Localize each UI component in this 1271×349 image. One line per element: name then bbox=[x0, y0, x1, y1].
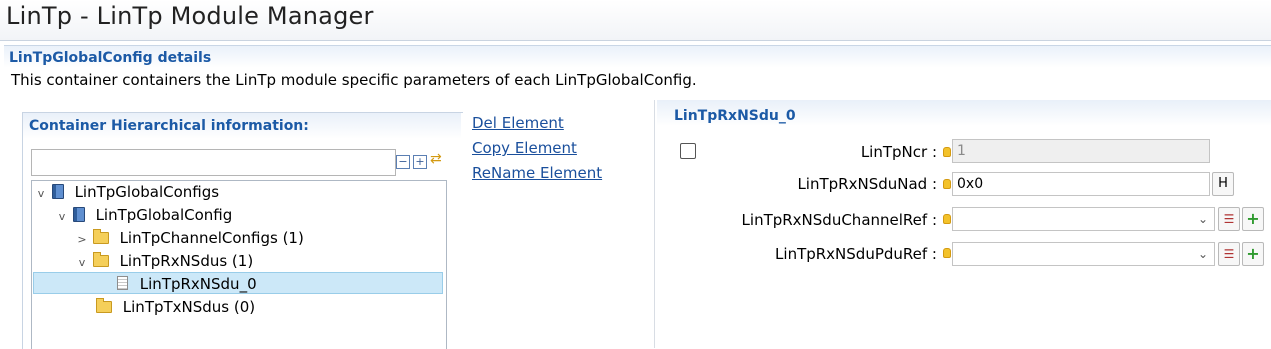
nad-label: LinTpRxNSduNad : bbox=[797, 175, 937, 193]
collapse-all-icon[interactable]: − bbox=[396, 155, 410, 169]
document-icon bbox=[117, 276, 128, 290]
properties-panel-title: LinTpRxNSdu_0 bbox=[674, 108, 796, 124]
list-icon: ☰ bbox=[1223, 247, 1235, 261]
tree-item-lintptxnsdus[interactable]: LinTpTxNSdus (0) bbox=[96, 296, 255, 318]
pdu-ref-label: LinTpRxNSduPduRef : bbox=[775, 245, 937, 263]
chevron-down-icon[interactable]: v bbox=[35, 183, 47, 205]
copy-element-link[interactable]: Copy Element bbox=[472, 139, 577, 157]
book-icon bbox=[72, 207, 85, 222]
add-reference-button[interactable]: + bbox=[1242, 242, 1264, 266]
tree-item-lintpchannelconfigs[interactable]: > LinTpChannelConfigs (1) bbox=[76, 227, 304, 249]
info-bulb-icon[interactable] bbox=[943, 147, 951, 157]
tree-item-label: LinTpRxNSdus (1) bbox=[119, 252, 254, 270]
info-bulb-icon[interactable] bbox=[943, 179, 951, 189]
tree-filter-input[interactable] bbox=[31, 149, 396, 176]
tree-item-lintpglobalconfig[interactable]: v LinTpGlobalConfig bbox=[56, 204, 233, 228]
list-references-button[interactable]: ☰ bbox=[1218, 207, 1240, 231]
ncr-label: LinTpNcr : bbox=[860, 143, 937, 161]
tree-item-label: LinTpRxNSdu_0 bbox=[139, 275, 257, 293]
expand-all-icon[interactable]: + bbox=[413, 155, 427, 169]
chevron-down-icon[interactable]: ⌄ bbox=[1198, 208, 1208, 230]
list-icon: ☰ bbox=[1223, 212, 1235, 226]
window-title: LinTp - LinTp Module Manager bbox=[6, 2, 374, 30]
nad-field[interactable]: 0x0 bbox=[952, 172, 1210, 196]
info-bulb-icon[interactable] bbox=[943, 248, 951, 258]
folder-icon bbox=[92, 252, 109, 267]
ncr-field: 1 bbox=[952, 139, 1210, 163]
chevron-right-icon[interactable]: > bbox=[76, 229, 88, 251]
book-icon bbox=[51, 184, 64, 199]
info-bulb-icon[interactable] bbox=[943, 214, 951, 224]
channel-ref-select[interactable]: ⌄ bbox=[952, 207, 1215, 231]
list-references-button[interactable]: ☰ bbox=[1218, 242, 1240, 266]
tree-item-label: LinTpChannelConfigs (1) bbox=[119, 229, 304, 247]
hex-format-button[interactable]: H bbox=[1212, 172, 1234, 196]
tree-item-label: LinTpTxNSdus (0) bbox=[122, 298, 256, 316]
tree-item-lintprxnsdu-0[interactable]: LinTpRxNSdu_0 bbox=[117, 273, 257, 295]
folder-icon bbox=[96, 298, 112, 313]
tree-item-label: LinTpGlobalConfigs bbox=[74, 183, 220, 201]
channel-ref-label: LinTpRxNSduChannelRef : bbox=[741, 211, 937, 229]
tree-item-lintpglobalconfigs[interactable]: v LinTpGlobalConfigs bbox=[35, 181, 219, 203]
chevron-down-icon[interactable]: v bbox=[56, 206, 68, 228]
del-element-link[interactable]: Del Element bbox=[472, 114, 564, 132]
pdu-ref-select[interactable]: ⌄ bbox=[952, 242, 1215, 266]
folder-icon bbox=[92, 229, 109, 244]
hierarchy-panel-title: Container Hierarchical information: bbox=[29, 118, 309, 134]
add-reference-button[interactable]: + bbox=[1242, 207, 1264, 231]
chevron-down-icon[interactable]: v bbox=[76, 252, 88, 274]
chevron-down-icon[interactable]: ⌄ bbox=[1198, 243, 1208, 265]
plus-icon: + bbox=[1246, 209, 1260, 228]
tree-item-lintprxnsdus[interactable]: v LinTpRxNSdus (1) bbox=[76, 250, 253, 272]
details-description: This container containers the LinTp modu… bbox=[11, 71, 697, 89]
rename-element-link[interactable]: ReName Element bbox=[472, 164, 602, 182]
details-title: LinTpGlobalConfig details bbox=[9, 50, 212, 66]
tree-item-label: LinTpGlobalConfig bbox=[95, 206, 233, 224]
plus-icon: + bbox=[1246, 244, 1260, 263]
link-editor-icon[interactable]: ⇄ bbox=[430, 151, 442, 167]
